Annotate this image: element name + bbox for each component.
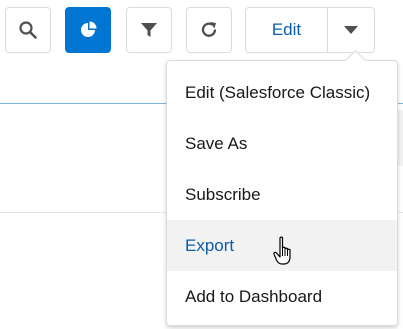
edit-dropdown-menu: Edit (Salesforce Classic) Save As Subscr… (166, 60, 398, 326)
edit-button-group: Edit (245, 7, 375, 53)
search-button[interactable] (5, 7, 51, 53)
chart-icon (81, 21, 97, 37)
menu-item-subscribe[interactable]: Subscribe (167, 169, 397, 220)
menu-item-edit-classic[interactable]: Edit (Salesforce Classic) (167, 67, 397, 118)
edit-dropdown-button[interactable] (328, 8, 374, 52)
refresh-button[interactable] (186, 7, 232, 53)
search-icon (19, 21, 37, 39)
chevron-down-icon (344, 26, 358, 34)
edit-button[interactable]: Edit (246, 8, 328, 52)
chart-button[interactable] (65, 7, 111, 53)
menu-item-save-as[interactable]: Save As (167, 118, 397, 169)
refresh-icon (201, 22, 217, 37)
filter-icon (141, 23, 157, 37)
filter-button[interactable] (126, 7, 172, 53)
hand-cursor-icon (273, 236, 291, 265)
menu-item-add-to-dashboard[interactable]: Add to Dashboard (167, 271, 397, 322)
